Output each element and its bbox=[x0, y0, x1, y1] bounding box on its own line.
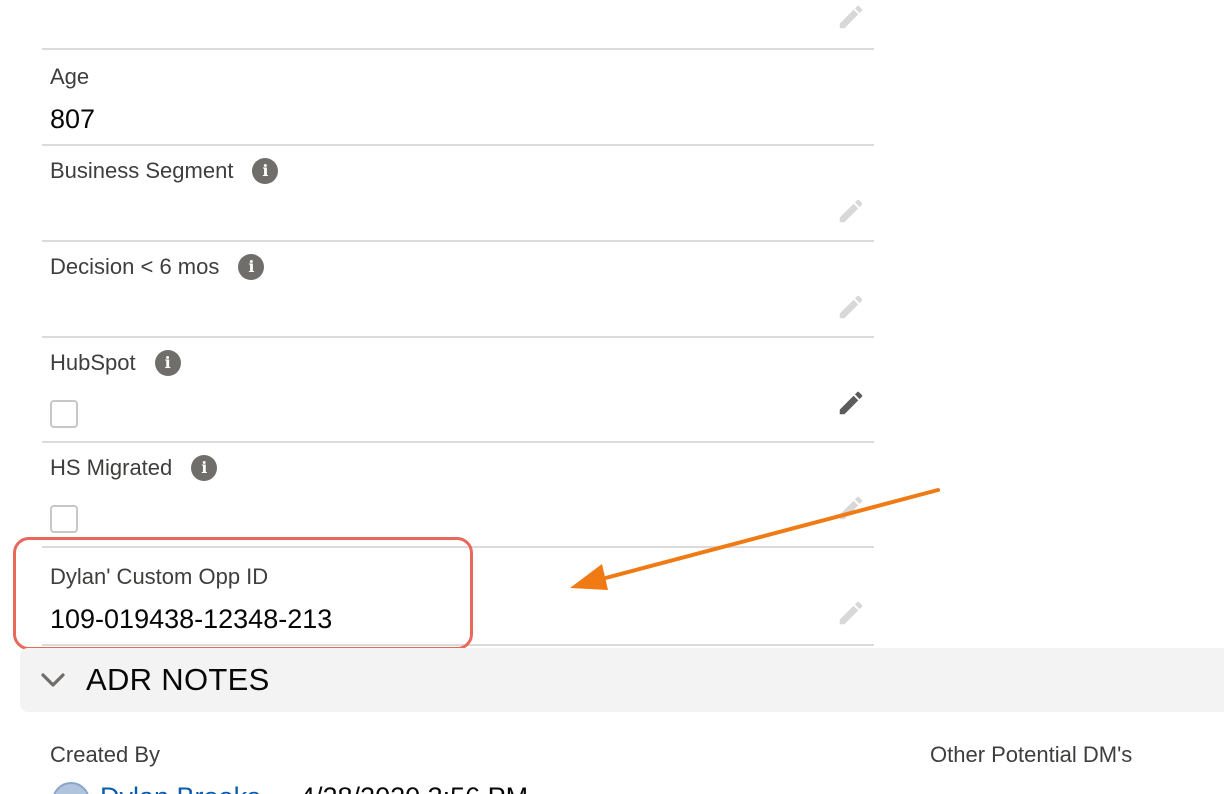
info-icon[interactable]: i bbox=[154, 350, 181, 376]
field-label-wrap: Business Segment i bbox=[50, 158, 279, 184]
created-by-name-link[interactable]: Dylan Brooks bbox=[100, 782, 261, 794]
info-icon[interactable]: i bbox=[191, 455, 218, 481]
chevron-down-icon[interactable] bbox=[38, 665, 68, 695]
pencil-icon[interactable] bbox=[836, 196, 866, 226]
field-label-wrap: HS Migrated i bbox=[50, 455, 218, 481]
field-label-wrap: HubSpot i bbox=[50, 350, 181, 376]
field-row-decision: Decision < 6 mos i bbox=[42, 242, 874, 338]
section-title: ADR NOTES bbox=[86, 662, 270, 697]
other-dm-label: Other Potential DM's bbox=[930, 742, 1133, 767]
field-label-wrap: Decision < 6 mos i bbox=[50, 254, 265, 280]
info-icon[interactable]: i bbox=[252, 158, 279, 184]
field-label: HS Migrated bbox=[50, 455, 173, 480]
hubspot-checkbox[interactable] bbox=[50, 400, 78, 428]
field-row-business-segment: Business Segment i bbox=[42, 146, 874, 242]
pencil-icon[interactable] bbox=[836, 292, 866, 322]
field-row-previous bbox=[42, 0, 874, 50]
pencil-icon[interactable] bbox=[836, 2, 866, 32]
field-row-custom-opp-id: Dylan' Custom Opp ID 109-019438-12348-21… bbox=[42, 548, 874, 646]
created-by-label: Created By bbox=[50, 742, 161, 767]
field-row-age: Age 807 bbox=[42, 48, 874, 146]
pencil-icon[interactable] bbox=[836, 598, 866, 628]
pencil-icon[interactable] bbox=[836, 493, 866, 523]
section-header-adr-notes[interactable]: ADR NOTES bbox=[20, 648, 1224, 712]
field-value: 807 bbox=[50, 104, 96, 134]
created-date: 4/28/2020 3:56 PM bbox=[300, 782, 528, 794]
hs-migrated-checkbox[interactable] bbox=[50, 505, 78, 533]
field-label: HubSpot bbox=[50, 350, 136, 375]
field-label: Business Segment bbox=[50, 158, 234, 183]
avatar bbox=[52, 782, 90, 794]
field-label: Age bbox=[50, 64, 90, 89]
field-label: Decision < 6 mos bbox=[50, 254, 220, 279]
info-icon[interactable]: i bbox=[238, 254, 265, 280]
record-detail-page: Age 807 Business Segment i Decision < 6 … bbox=[0, 0, 1224, 794]
field-row-hubspot: HubSpot i bbox=[42, 338, 874, 443]
field-row-hs-migrated: HS Migrated i bbox=[42, 443, 874, 548]
field-label: Dylan' Custom Opp ID bbox=[50, 564, 269, 589]
field-value: 109-019438-12348-213 bbox=[50, 604, 333, 634]
pencil-icon[interactable] bbox=[836, 388, 866, 418]
